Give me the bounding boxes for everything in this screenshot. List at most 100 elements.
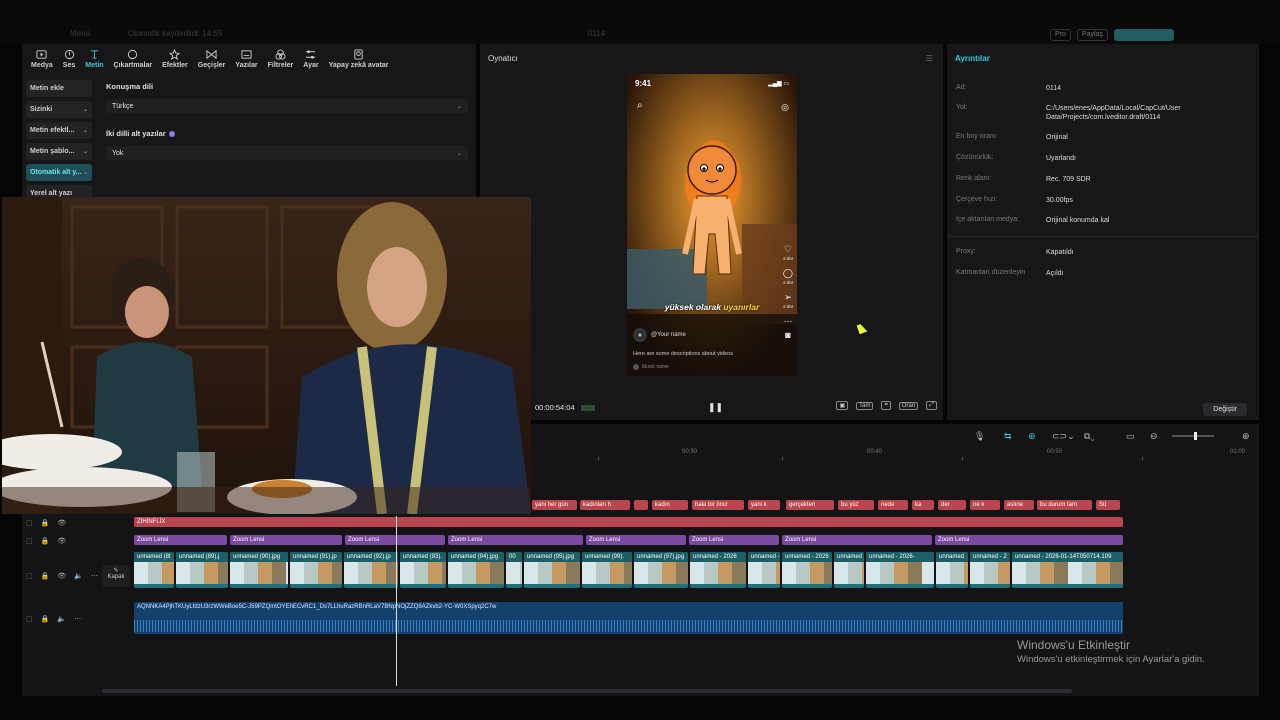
effect-clip[interactable]: Zoom Lensi	[345, 535, 445, 545]
split-icon[interactable]: ⧉⌄	[1084, 431, 1095, 442]
video-clip[interactable]: unnamed (97).jpg	[634, 552, 688, 588]
pause-icon[interactable]: ❚❚	[708, 402, 723, 413]
text-clip[interactable]: kadın	[652, 500, 688, 510]
effect-clip[interactable]: Zoom Lensi	[586, 535, 686, 545]
tool-adjust[interactable]: Ayar	[298, 44, 323, 72]
horizontal-scrollbar[interactable]	[102, 689, 1072, 693]
tool-audio[interactable]: Ses	[58, 44, 80, 72]
tool-effects[interactable]: Efektler	[157, 44, 193, 72]
crop-icon[interactable]: ⌗	[881, 401, 891, 410]
video-clip[interactable]: unnamed - 2026-01-14T050714.109	[1012, 552, 1123, 588]
quality-icon[interactable]: ▣	[836, 401, 849, 410]
effect-clip[interactable]: Zoom Lensi	[134, 535, 227, 545]
text-clip[interactable]: hala bir öncr	[692, 500, 744, 510]
menu-icon[interactable]: ☰	[926, 54, 933, 63]
effect-clip[interactable]: Zoom Lensi	[230, 535, 342, 545]
video-clip[interactable]: unnamed - 2	[970, 552, 1010, 588]
effect-clip[interactable]: Zoom Lensi	[935, 535, 1123, 545]
video-clip[interactable]: unnamed - 2026	[690, 552, 746, 588]
bilingual-captions-select[interactable]: Yok ⌄	[106, 146, 468, 160]
export-button[interactable]	[1113, 29, 1174, 41]
video-clip[interactable]: unnamed -	[834, 552, 864, 588]
tool-ai-avatar[interactable]: Yapay zekâ avatar	[324, 44, 394, 72]
share-button[interactable]: Paylaş	[1076, 29, 1108, 41]
more-icon[interactable]: ⋯	[74, 615, 81, 623]
video-clip[interactable]: unnamed (89).j	[176, 552, 228, 588]
text-clip[interactable]: aslıne	[1004, 500, 1034, 510]
video-clip[interactable]: unnamed - 2026-	[866, 552, 934, 588]
video-clip[interactable]: unnamed -	[748, 552, 780, 588]
text-clip[interactable]: ne k	[970, 500, 1000, 510]
video-clip[interactable]: unnamed (90).jpg	[230, 552, 288, 588]
text-clip[interactable]: der	[938, 500, 966, 510]
full-label-button[interactable]: Tam	[856, 401, 874, 410]
tool-filters[interactable]: Filtreler	[263, 44, 299, 72]
link-icon[interactable]: ⇆	[1004, 431, 1012, 442]
category-yours[interactable]: Sizinki ⌄	[26, 101, 92, 118]
menu-label[interactable]: Menü	[70, 29, 90, 38]
playhead[interactable]	[396, 516, 397, 686]
text-clip[interactable]: Sü	[1096, 500, 1120, 510]
effect-clip[interactable]: Zoom Lensi	[782, 535, 932, 545]
microphone-icon[interactable]: 🎙	[974, 431, 985, 442]
snap-icon[interactable]: ⊂⊃⌄	[1052, 431, 1075, 442]
video-clip[interactable]: unnamed	[936, 552, 968, 588]
zoom-handle[interactable]	[1194, 432, 1197, 440]
cover-button[interactable]: ✎ Kapak	[102, 565, 130, 587]
text-clip[interactable]: gerçekten	[786, 500, 834, 510]
category-add-text[interactable]: Metin ekle	[26, 80, 92, 97]
volume-icon[interactable]: 🔈	[57, 615, 66, 623]
video-clip[interactable]: unnamed (95).jpg	[524, 552, 580, 588]
video-clip[interactable]: unnamed - 2026	[782, 552, 832, 588]
tool-text[interactable]: Metin	[80, 44, 108, 72]
pro-badge[interactable]: Pro	[1050, 29, 1071, 41]
lock-icon[interactable]: 🔒	[41, 537, 50, 545]
category-text-templates[interactable]: Metin şablo... ⌄	[26, 143, 92, 160]
ratio-button[interactable]: Oran	[898, 401, 919, 410]
video-clip[interactable]: unnamed (99).	[582, 552, 632, 588]
video-clip[interactable]: 00	[506, 552, 522, 588]
text-clip[interactable]: ka	[912, 500, 934, 510]
preview-frame[interactable]: 9:41 ▂▄▆ ▭ ⌕ ◎ ♡ 3.8M ◯ 3.8M ➢ 3.8M ⋯ ◙ yük…	[627, 74, 797, 376]
text-clip[interactable]: bu durum tam	[1037, 500, 1092, 510]
lock-icon[interactable]: 🔒	[41, 615, 50, 623]
eye-icon[interactable]: 👁	[57, 519, 66, 527]
category-auto-captions[interactable]: Otomatik alt y... ⌄	[26, 164, 92, 181]
tool-captions[interactable]: Yazılar	[230, 44, 262, 72]
lock-icon[interactable]: 🔒	[41, 519, 50, 527]
tool-stickers[interactable]: Çıkartmalar	[109, 44, 158, 72]
video-clip[interactable]: unnamed (93).	[400, 552, 446, 588]
category-text-effects[interactable]: Metin efektl... ⌄	[26, 122, 92, 139]
eye-icon[interactable]: 👁	[57, 572, 66, 580]
zoom-slider[interactable]	[1172, 432, 1214, 440]
preview-axis-icon[interactable]: ▭	[1126, 431, 1135, 442]
detail-value[interactable]: Açıldı	[1046, 269, 1261, 278]
video-clip[interactable]: unnamed (92).jp	[344, 552, 398, 588]
audio-clip[interactable]: AQNNKA4PjhTKUyLfdzU3rzWWeBoe5C-J59PZQmtO…	[134, 602, 1123, 634]
zoom-in-icon[interactable]: ⊕	[1242, 431, 1250, 442]
text-clip[interactable]: yani k	[748, 500, 780, 510]
video-clip[interactable]: unnamed (94).jpg	[448, 552, 504, 588]
video-clip[interactable]: unnamed (91).jp	[290, 552, 342, 588]
fullscreen-icon[interactable]: ⤢	[926, 401, 937, 410]
effect-clip[interactable]: Zoom Lensi	[448, 535, 583, 545]
text-clip[interactable]: nede	[878, 500, 908, 510]
text-clip[interactable]: bu yüz	[838, 500, 874, 510]
tool-media[interactable]: Medya	[26, 44, 58, 72]
volume-icon[interactable]: 🔈	[74, 572, 83, 580]
tool-transitions[interactable]: Geçişler	[193, 44, 231, 72]
text-clip[interactable]: kadınları h	[580, 500, 630, 510]
effect-clip[interactable]: Zoom Lensi	[689, 535, 779, 545]
magnet-icon[interactable]: ⊕	[1028, 431, 1036, 442]
title-ribbon-clip[interactable]: ZİHİNFLİX	[134, 517, 1123, 527]
change-button[interactable]: Değiştir	[1203, 403, 1247, 416]
detail-value[interactable]: Kapatıldı	[1046, 248, 1261, 257]
video-clip[interactable]: unnamed (8t	[134, 552, 174, 588]
text-clip[interactable]: yani her gün	[532, 500, 577, 510]
eye-icon[interactable]: 👁	[57, 537, 66, 545]
zoom-out-icon[interactable]: ⊖	[1150, 431, 1158, 442]
speech-language-select[interactable]: Türkçe ⌄	[106, 99, 468, 113]
more-icon[interactable]: ⋯	[91, 572, 98, 580]
lock-icon[interactable]: 🔒	[41, 572, 50, 580]
text-clip[interactable]	[634, 500, 648, 510]
